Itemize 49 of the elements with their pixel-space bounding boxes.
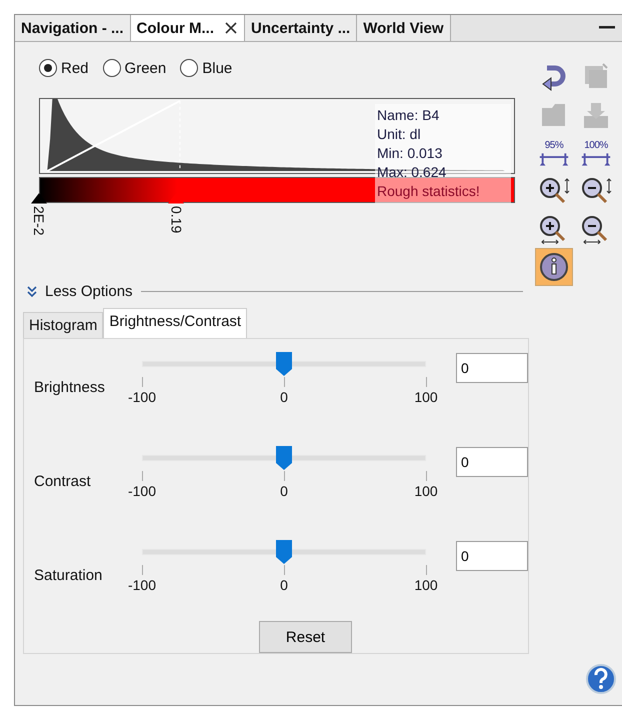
tick-label: 100 — [414, 577, 438, 594]
value-field[interactable]: 0 — [456, 353, 528, 383]
slider-thumb[interactable] — [275, 351, 293, 377]
panel-tab[interactable]: World View — [357, 15, 451, 41]
panel-tab[interactable]: Uncertainty ... — [245, 15, 358, 41]
tick-label: 100 — [414, 483, 438, 500]
marker-value: 2E-2 — [31, 206, 47, 236]
channel-radio[interactable]: Green — [102, 59, 166, 77]
tick-label: 0 — [280, 483, 288, 500]
tick-label: 0 — [280, 389, 288, 405]
statistics-text: Rough statistics! — [377, 182, 481, 201]
slider-label: Saturation — [33, 566, 104, 584]
tick-label: -100 — [128, 483, 156, 500]
marker-value: 0.19 — [168, 206, 184, 234]
panel-tab[interactable]: Navigation - ... — [15, 15, 131, 41]
range-icon[interactable] — [537, 150, 571, 166]
reset-button[interactable]: Reset — [259, 621, 352, 654]
channel-radio[interactable]: Red — [39, 59, 89, 77]
help-icon[interactable] — [585, 663, 617, 695]
options-toggle[interactable]: Less Options — [45, 283, 133, 300]
channel-radio[interactable]: Blue — [180, 59, 232, 77]
tick-label: 100 — [414, 389, 438, 405]
value-field[interactable]: 0 — [456, 447, 528, 478]
tick-label: 0 — [280, 577, 288, 594]
slider-marker[interactable] — [31, 193, 47, 204]
slider-label: Contrast — [33, 472, 92, 490]
zoom-in-icon[interactable] — [538, 176, 570, 206]
tick-label: -100 — [128, 389, 156, 405]
info-icon[interactable] — [539, 252, 569, 282]
options-tab[interactable]: Brightness/Contrast — [103, 308, 248, 338]
collapse-chevron-icon[interactable] — [27, 286, 37, 298]
close-icon[interactable] — [224, 21, 238, 35]
panel-tab[interactable]: Colour M... — [130, 15, 246, 41]
statistics-text: Name: B4 — [377, 106, 440, 125]
zoom-out-icon[interactable] — [580, 176, 612, 206]
minimize-icon[interactable] — [599, 26, 615, 30]
value-field[interactable]: 0 — [456, 541, 528, 572]
tick-label: -100 — [128, 577, 156, 594]
statistics-text: Max: 0.624 — [377, 163, 448, 182]
statistics-text: Unit: dl — [377, 125, 422, 144]
range-label: 95% — [544, 140, 564, 150]
statistics-text: Min: 0.013 — [377, 144, 444, 163]
options-tab[interactable]: Histogram — [23, 312, 104, 338]
slider-thumb[interactable] — [275, 445, 293, 472]
slider-thumb[interactable] — [275, 539, 293, 566]
range-label: 100% — [584, 140, 608, 150]
slider-label: Brightness — [33, 378, 106, 396]
slider-marker[interactable] — [168, 193, 184, 204]
range-icon[interactable] — [579, 150, 613, 166]
